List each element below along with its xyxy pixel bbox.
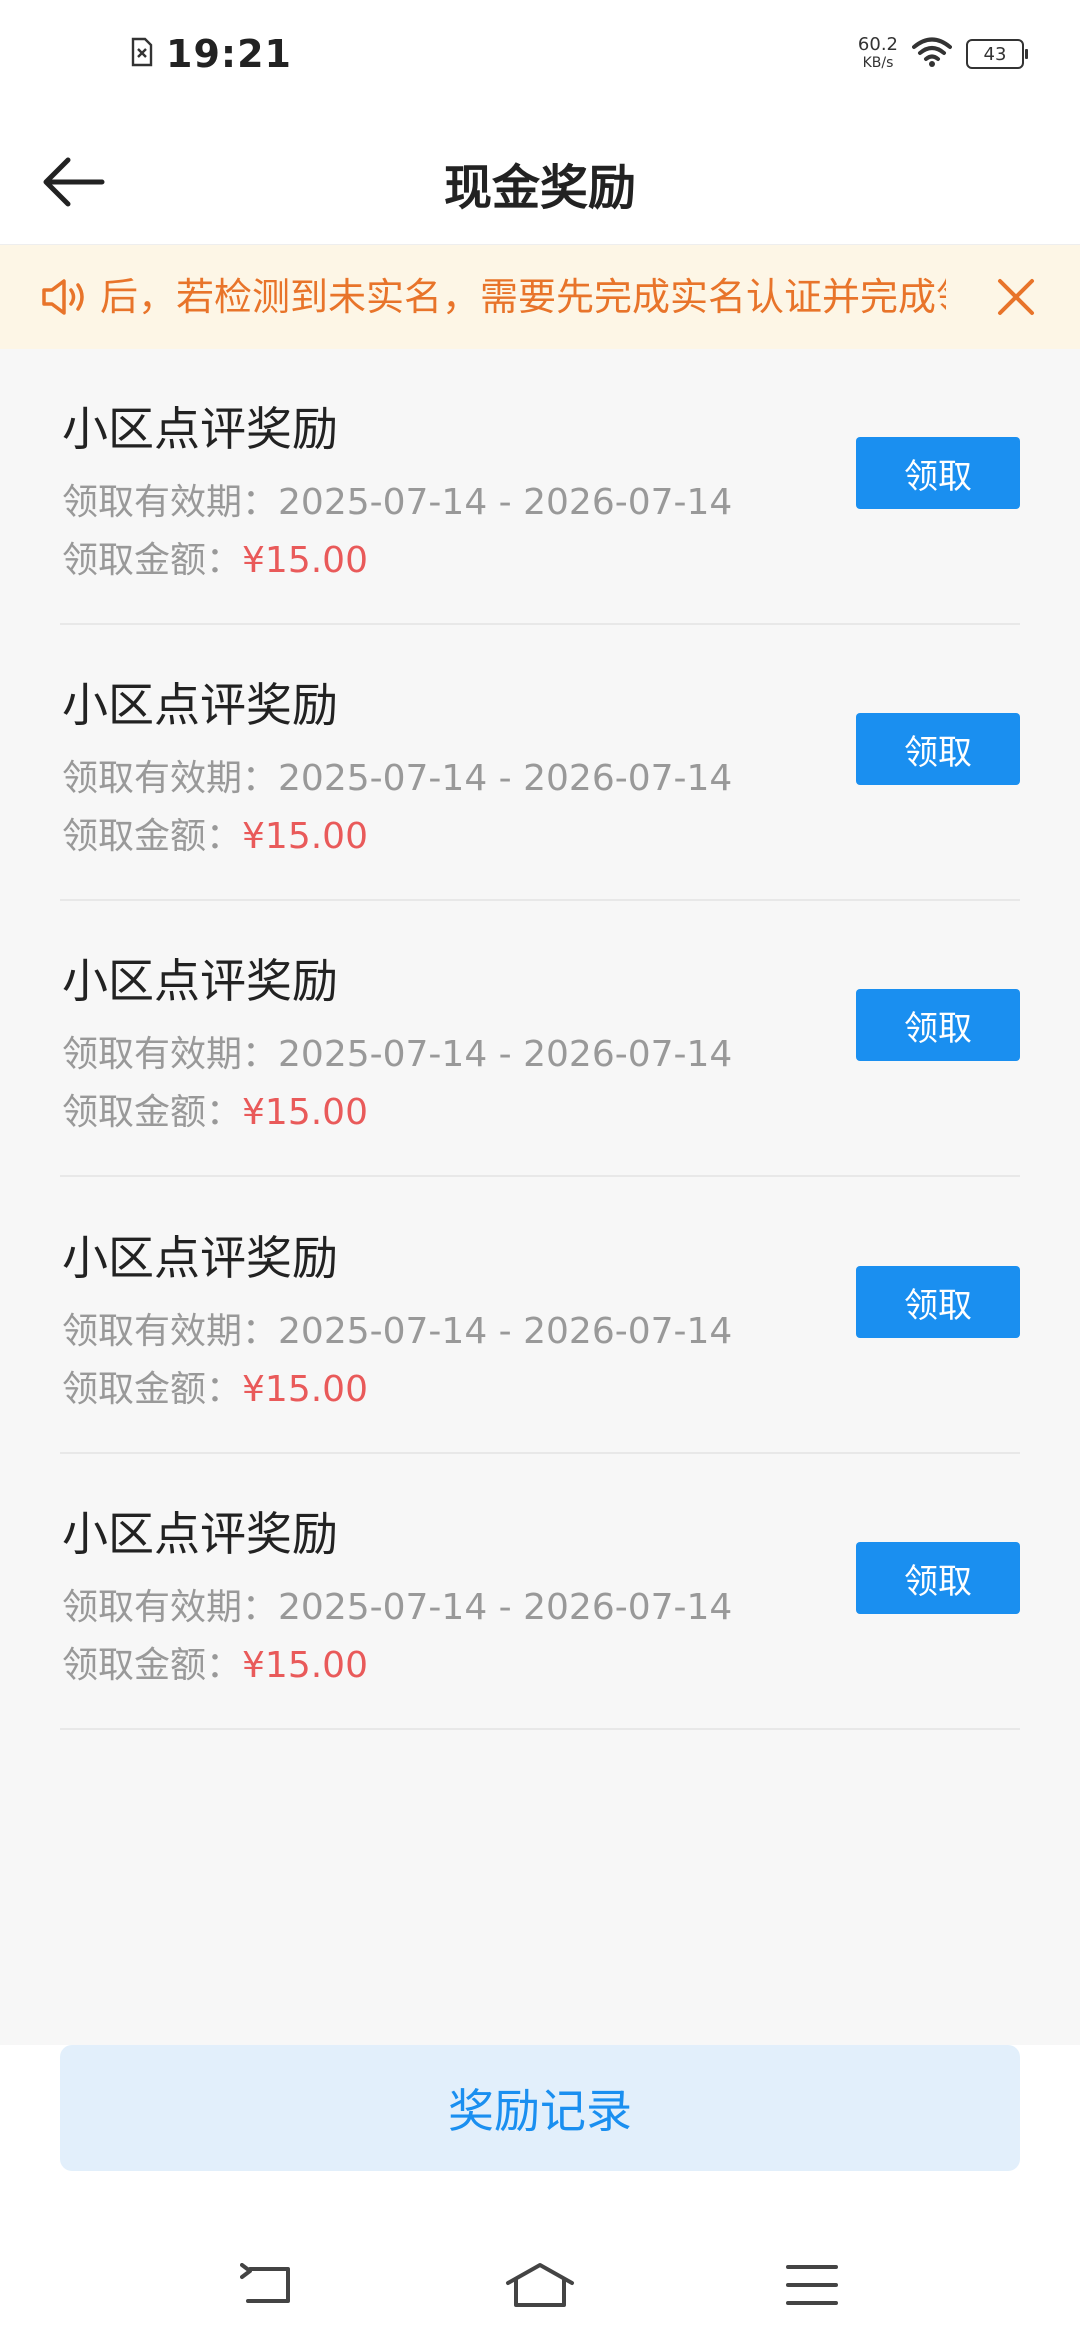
status-bar-left: 19:21	[130, 32, 292, 76]
reward-period: 领取有效期：2025-07-14 - 2026-07-14	[62, 1302, 732, 1354]
sim-missing-icon	[130, 37, 154, 71]
status-bar: 19:21 60.2 KB/s 43	[0, 0, 1080, 120]
reward-period-value: 2025-07-14 - 2026-07-14	[278, 482, 733, 523]
reward-period-value: 2025-07-14 - 2026-07-14	[278, 1034, 733, 1075]
reward-amount-value: ¥15.00	[242, 1645, 368, 1686]
reward-title: 小区点评奖励	[62, 954, 338, 1008]
reward-amount-value: ¥15.00	[242, 540, 368, 581]
reward-amount-value: ¥15.00	[242, 816, 368, 857]
network-speed-unit: KB/s	[862, 55, 894, 71]
reward-amount-value: ¥15.00	[242, 1092, 368, 1133]
battery-icon: 43	[966, 39, 1028, 69]
reward-amount-label: 领取金额：	[62, 816, 243, 857]
reward-amount: 领取金额：¥15.00	[62, 1083, 368, 1135]
claim-button[interactable]: 领取	[856, 1266, 1020, 1338]
reward-amount: 领取金额：¥15.00	[62, 1636, 368, 1688]
reward-amount-value: ¥15.00	[242, 1369, 368, 1410]
notice-close-button[interactable]	[988, 269, 1044, 325]
page-title: 现金奖励	[443, 160, 636, 216]
reward-amount: 领取金额：¥15.00	[62, 531, 368, 583]
notice-text: 后，若检测到未实名，需要先完成实名认证并完成领取	[100, 275, 946, 319]
reward-period-value: 2025-07-14 - 2026-07-14	[278, 1311, 733, 1352]
reward-amount: 领取金额：¥15.00	[62, 807, 368, 859]
menu-icon	[786, 2265, 838, 2305]
network-speed-value: 60.2	[857, 34, 898, 55]
reward-item: 小区点评奖励 领取有效期：2025-07-14 - 2026-07-14 领取金…	[60, 1454, 1020, 1730]
nav-home-icon	[506, 2263, 574, 2307]
reward-period-value: 2025-07-14 - 2026-07-14	[278, 1587, 733, 1628]
reward-list: 小区点评奖励 领取有效期：2025-07-14 - 2026-07-14 领取金…	[0, 349, 1080, 2045]
reward-amount-label: 领取金额：	[62, 540, 243, 581]
reward-title: 小区点评奖励	[62, 678, 338, 732]
system-nav-bar	[0, 2235, 1080, 2335]
reward-period: 领取有效期：2025-07-14 - 2026-07-14	[62, 749, 732, 801]
bottom-area: 奖励记录	[0, 2045, 1080, 2340]
status-bar-right: 60.2 KB/s 43	[858, 36, 1028, 72]
status-time: 19:21	[166, 32, 292, 76]
reward-period: 领取有效期：2025-07-14 - 2026-07-14	[62, 1578, 732, 1630]
claim-button[interactable]: 领取	[856, 989, 1020, 1061]
reward-period: 领取有效期：2025-07-14 - 2026-07-14	[62, 473, 732, 525]
reward-period-label: 领取有效期：	[62, 1311, 279, 1352]
reward-amount: 领取金额：¥15.00	[62, 1360, 368, 1412]
reward-period-label: 领取有效期：	[62, 482, 279, 523]
reward-title: 小区点评奖励	[62, 402, 338, 456]
reward-item: 小区点评奖励 领取有效期：2025-07-14 - 2026-07-14 领取金…	[60, 1178, 1020, 1454]
nav-menu-button[interactable]	[772, 2255, 852, 2315]
wifi-icon	[912, 36, 952, 72]
notice-banner: 后，若检测到未实名，需要先完成实名认证并完成领取	[0, 245, 1080, 349]
reward-item: 小区点评奖励 领取有效期：2025-07-14 - 2026-07-14 领取金…	[60, 625, 1020, 901]
reward-amount-label: 领取金额：	[62, 1369, 243, 1410]
reward-record-button[interactable]: 奖励记录	[60, 2045, 1020, 2171]
claim-button[interactable]: 领取	[856, 437, 1020, 509]
claim-button[interactable]: 领取	[856, 1542, 1020, 1614]
reward-amount-label: 领取金额：	[62, 1092, 243, 1133]
app-header: 现金奖励	[0, 120, 1080, 245]
reward-period-label: 领取有效期：	[62, 1587, 279, 1628]
reward-title: 小区点评奖励	[62, 1507, 338, 1561]
reward-item: 小区点评奖励 领取有效期：2025-07-14 - 2026-07-14 领取金…	[60, 901, 1020, 1177]
reward-period-value: 2025-07-14 - 2026-07-14	[278, 758, 733, 799]
reward-period-label: 领取有效期：	[62, 1034, 279, 1075]
nav-back-icon	[240, 2263, 290, 2303]
close-icon	[998, 279, 1034, 315]
speaker-icon	[40, 277, 96, 317]
claim-button[interactable]: 领取	[856, 713, 1020, 785]
reward-period-label: 领取有效期：	[62, 758, 279, 799]
network-speed: 60.2 KB/s	[858, 36, 898, 72]
reward-period: 领取有效期：2025-07-14 - 2026-07-14	[62, 1025, 732, 1077]
battery-level: 43	[983, 43, 1007, 65]
reward-item: 小区点评奖励 领取有效期：2025-07-14 - 2026-07-14 领取金…	[60, 349, 1020, 625]
nav-home-button[interactable]	[500, 2255, 580, 2315]
nav-back-button[interactable]	[228, 2255, 308, 2315]
reward-title: 小区点评奖励	[62, 1231, 338, 1285]
reward-amount-label: 领取金额：	[62, 1645, 243, 1686]
